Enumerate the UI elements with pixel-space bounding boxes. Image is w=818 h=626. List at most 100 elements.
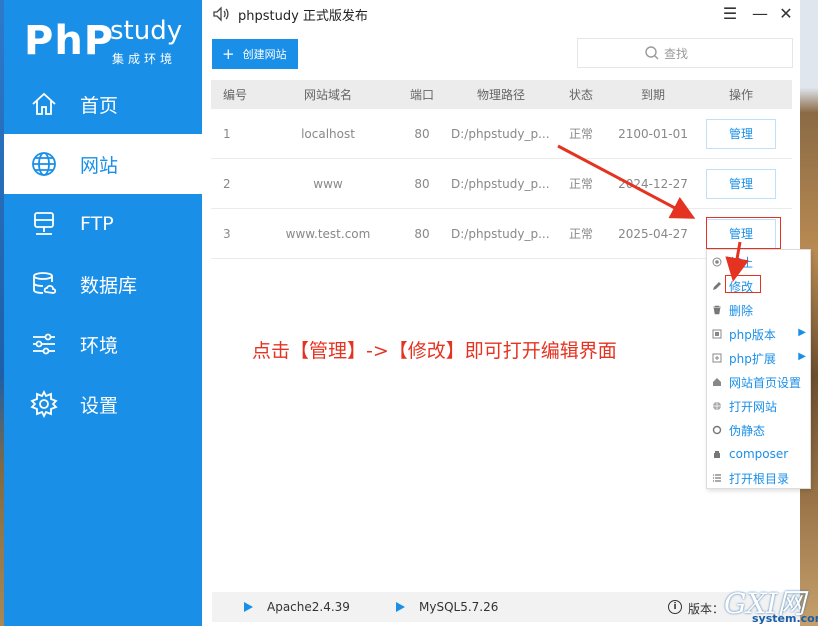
play-icon — [396, 602, 405, 612]
sliders-icon — [33, 333, 55, 355]
gear-icon — [30, 390, 58, 418]
row-id: 1 — [223, 126, 231, 141]
sidebar: PhP study 集成环境 首页 网站 FTP 数据库 环境 设置 — [4, 0, 202, 626]
info-icon[interactable]: i — [668, 600, 682, 614]
composer-icon — [714, 451, 720, 458]
row-state: 正常 — [568, 227, 593, 241]
row-id: 3 — [223, 226, 231, 241]
menu-item-label: composer — [729, 447, 789, 461]
search-input[interactable]: 查找 — [577, 38, 793, 68]
list-icon — [713, 474, 721, 482]
menu-item-label: 打开网站 — [729, 399, 778, 414]
sidebar-item-label: 环境 — [80, 334, 119, 357]
search-icon — [645, 46, 659, 60]
service-apache[interactable]: Apache2.4.39 — [244, 600, 350, 614]
sidebar-item-website[interactable]: 网站 — [4, 134, 202, 194]
row-path[interactable]: D:/phpstudy_p... — [451, 109, 551, 158]
watermark-sub: system.com — [752, 612, 818, 625]
website-table: 编号 网站域名 端口 物理路径 状态 到期 操作 1 localhost 80 … — [211, 80, 792, 259]
header-state: 状态 — [568, 88, 593, 102]
row-path[interactable]: D:/phpstudy_p... — [451, 159, 551, 208]
row-port: 80 — [414, 226, 430, 241]
row-id: 2 — [223, 176, 231, 191]
sidebar-item-home[interactable]: 首页 — [4, 74, 202, 134]
home-icon — [32, 92, 56, 115]
row-path[interactable]: D:/phpstudy_p... — [451, 209, 551, 258]
header-path: 物理路径 — [476, 88, 525, 102]
menu-item-label: php版本 — [729, 327, 776, 342]
menu-item-php-version[interactable]: php版本 ▶ — [707, 322, 810, 346]
header-id: 编号 — [223, 88, 248, 102]
menu-item-homepage-settings[interactable]: 网站首页设置 — [707, 370, 810, 394]
menu-item-composer[interactable]: composer — [707, 442, 810, 466]
menu-item-label: 删除 — [729, 303, 754, 318]
logo-subtitle: 集成环境 — [112, 52, 177, 66]
menu-item-label: php扩展 — [729, 351, 776, 366]
sidebar-item-settings[interactable]: 设置 — [4, 374, 202, 434]
submenu-arrow-icon: ▶ — [798, 351, 806, 362]
service-label: MySQL5.7.26 — [419, 600, 499, 614]
logo-brand: PhP — [24, 18, 115, 64]
title-bar: phpstudy 正式版发布 ☰ — ✕ — [202, 0, 800, 28]
trash-icon — [713, 305, 721, 315]
menu-item-rewrite[interactable]: 伪静态 — [707, 418, 810, 442]
sidebar-item-database[interactable]: 数据库 — [4, 254, 202, 314]
sidebar-item-environment[interactable]: 环境 — [4, 314, 202, 374]
edit-highlight-box — [725, 275, 761, 293]
row-operation: 管理 — [701, 109, 781, 158]
manage-highlight-box — [706, 217, 781, 249]
table-row[interactable]: 3 www.test.com 80 D:/phpstudy_p... 正常 20… — [211, 209, 792, 259]
row-expire: 2025-04-27 — [618, 226, 688, 241]
header-operation: 操作 — [728, 88, 753, 102]
stop-icon — [712, 257, 722, 267]
logo: PhP study 集成环境 — [24, 16, 194, 76]
create-website-button[interactable]: + 创建网站 — [212, 39, 298, 69]
logo-word: study — [110, 16, 183, 46]
menu-item-php-extension[interactable]: php扩展 ▶ — [707, 346, 810, 370]
service-mysql[interactable]: MySQL5.7.26 — [396, 600, 498, 614]
window-title: phpstudy 正式版发布 — [238, 9, 368, 24]
table-row[interactable]: 1 localhost 80 D:/phpstudy_p... 正常 2100-… — [211, 109, 792, 159]
sidebar-item-label: 设置 — [80, 394, 119, 417]
status-bar: Apache2.4.39 MySQL5.7.26 i 版本： — [212, 592, 800, 622]
search-placeholder: 查找 — [664, 47, 689, 61]
row-port: 80 — [414, 176, 430, 191]
ftp-server-icon — [34, 212, 54, 235]
menu-item-open-root[interactable]: 打开根目录 — [707, 466, 810, 490]
sidebar-nav: 首页 网站 FTP 数据库 环境 设置 — [4, 74, 202, 434]
php-version-icon — [712, 329, 722, 339]
sidebar-item-label: FTP — [80, 213, 114, 235]
close-button[interactable]: ✕ — [776, 4, 796, 24]
speaker-icon — [213, 6, 229, 22]
home-small-icon — [713, 378, 721, 386]
manage-button[interactable]: 管理 — [706, 118, 776, 149]
row-operation: 管理 — [701, 159, 781, 208]
sidebar-item-ftp[interactable]: FTP — [4, 194, 202, 254]
service-label: Apache2.4.39 — [267, 600, 350, 614]
globe-small-icon — [713, 402, 721, 410]
create-website-label: 创建网站 — [242, 48, 287, 61]
sidebar-item-label: 网站 — [80, 154, 119, 177]
row-domain: www.test.com — [285, 226, 371, 241]
globe-icon — [32, 152, 56, 176]
row-expire: 2100-01-01 — [618, 126, 688, 141]
minimize-button[interactable]: — — [750, 4, 770, 24]
manage-button[interactable]: 管理 — [706, 168, 776, 199]
menu-item-label: 打开根目录 — [729, 471, 790, 486]
menu-button[interactable]: ☰ — [720, 4, 740, 24]
watermark: GXI网 system.com — [718, 582, 818, 626]
database-icon — [33, 272, 57, 294]
header-domain: 网站域名 — [303, 88, 352, 102]
row-expire: 2024-12-27 — [618, 176, 688, 191]
instruction-annotation: 点击【管理】->【修改】即可打开编辑界面 — [252, 340, 617, 362]
menu-item-open-website[interactable]: 打开网站 — [707, 394, 810, 418]
row-state: 正常 — [568, 127, 593, 141]
menu-item-label: 网站首页设置 — [729, 375, 802, 390]
row-port: 80 — [414, 126, 430, 141]
sidebar-item-label: 数据库 — [80, 274, 138, 297]
row-domain: www — [313, 176, 343, 191]
table-row[interactable]: 2 www 80 D:/phpstudy_p... 正常 2024-12-27 … — [211, 159, 792, 209]
plus-icon: + — [222, 45, 235, 63]
menu-item-stop[interactable]: 停止 — [707, 250, 810, 274]
menu-item-delete[interactable]: 删除 — [707, 298, 810, 322]
